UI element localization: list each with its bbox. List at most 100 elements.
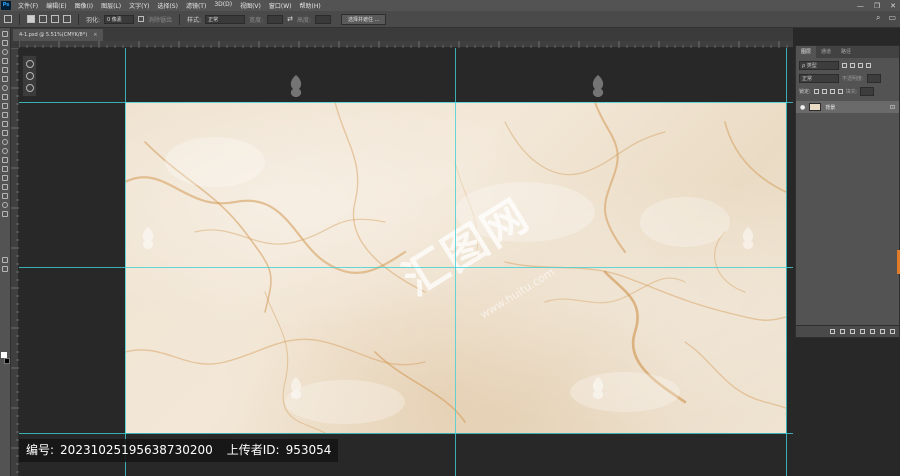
menu-item[interactable]: 图层(L) (97, 1, 125, 10)
antialias-checkbox[interactable] (138, 16, 145, 22)
link-layers-icon[interactable] (830, 329, 835, 334)
marquee-tool-icon[interactable] (2, 40, 8, 46)
shape-filter-icon[interactable] (866, 63, 871, 68)
guide-horizontal[interactable] (19, 433, 793, 434)
lasso-tool-icon[interactable] (2, 49, 8, 55)
add-mask-icon[interactable] (850, 329, 855, 334)
lock-position-icon[interactable] (821, 89, 827, 94)
adjust-filter-icon[interactable] (850, 63, 855, 68)
add-selection-icon[interactable] (39, 15, 47, 23)
document-tab[interactable]: 4-1.psd @ 5.51%(CMYK/8*) × (13, 29, 104, 41)
document-tab-bar: 4-1.psd @ 5.51%(CMYK/8*) × (11, 28, 793, 41)
layer-style-icon[interactable] (840, 329, 845, 334)
brush-settings-icon[interactable] (25, 72, 34, 80)
guide-vertical[interactable] (125, 48, 126, 476)
panel-tab[interactable]: 通道 (816, 46, 836, 58)
menu-item[interactable]: 帮助(H) (296, 1, 325, 10)
crop-tool-icon[interactable] (2, 67, 8, 73)
panel-tab[interactable]: 图层 (796, 46, 817, 58)
healing-brush-tool-icon[interactable] (2, 85, 8, 91)
menu-item[interactable]: 文件(F) (14, 1, 42, 10)
clone-stamp-tool-icon[interactable] (2, 103, 8, 109)
blur-tool-icon[interactable] (2, 139, 8, 145)
background-color-swatch[interactable] (4, 358, 10, 364)
style-select[interactable]: 正常 (205, 14, 246, 24)
shape-tool-icon[interactable] (2, 184, 8, 190)
layer-filter-select[interactable]: ρ 类型 (799, 61, 839, 70)
restore-icon[interactable]: ❐ (874, 2, 880, 10)
guide-vertical[interactable] (455, 48, 456, 476)
menu-item[interactable]: 图像(I) (71, 1, 97, 10)
feather-input[interactable]: 0 像素 (104, 14, 135, 24)
lock-artboard-icon[interactable] (829, 89, 835, 94)
edit-toolbar-icon[interactable] (2, 211, 8, 217)
watermark-logo-icon (592, 75, 604, 97)
select-and-mask-button[interactable]: 选择并遮住 ... (341, 13, 387, 25)
minimize-icon[interactable]: — (857, 2, 864, 10)
subtract-selection-icon[interactable] (51, 15, 59, 23)
height-input[interactable] (315, 14, 332, 24)
menu-item[interactable]: 视图(V) (236, 1, 265, 10)
type-tool-icon[interactable] (2, 166, 8, 172)
visibility-eye-icon[interactable]: ● (800, 104, 805, 111)
opacity-input[interactable] (866, 74, 881, 83)
guide-vertical[interactable] (786, 48, 787, 476)
layer-row-background[interactable]: ● 背景 ⊡ (796, 101, 899, 113)
dodge-tool-icon[interactable] (2, 148, 8, 154)
menu-item[interactable]: 编辑(E) (42, 1, 70, 10)
move-tool-icon[interactable] (2, 31, 8, 37)
adjustment-layer-icon[interactable] (860, 329, 865, 334)
eraser-tool-icon[interactable] (2, 121, 8, 127)
history-icon[interactable] (25, 60, 34, 68)
pixel-filter-icon[interactable] (842, 63, 847, 68)
quick-mask-icon[interactable] (2, 257, 8, 263)
lock-all-icon[interactable] (837, 89, 843, 94)
delete-layer-icon[interactable] (890, 329, 895, 334)
menu-item[interactable]: 窗口(W) (265, 1, 296, 10)
vertical-ruler[interactable] (11, 47, 19, 476)
workspace-icon[interactable]: ▭ (888, 13, 896, 23)
width-input[interactable] (267, 14, 284, 24)
menu-item[interactable]: 滤镜(T) (182, 1, 210, 10)
menu-item[interactable]: 文字(Y) (125, 1, 153, 10)
ruler-origin[interactable] (11, 41, 19, 48)
ruler-ticks (18, 41, 788, 48)
brush-tool-icon[interactable] (2, 94, 8, 100)
menu-item[interactable]: 选择(S) (153, 1, 182, 10)
guide-horizontal[interactable] (19, 102, 793, 103)
intersect-selection-icon[interactable] (63, 15, 71, 23)
lock-pixels-icon[interactable] (813, 89, 819, 94)
type-filter-icon[interactable] (858, 63, 863, 68)
swap-icon[interactable]: ⇄ (287, 15, 293, 23)
new-group-icon[interactable] (870, 329, 875, 334)
canvas-workspace[interactable]: 汇图网 www.huitu.com (19, 48, 793, 476)
close-tab-icon[interactable]: × (93, 32, 97, 38)
zoom-tool-icon[interactable] (2, 202, 8, 208)
fill-label: 填充: (845, 89, 858, 95)
info-icon[interactable] (25, 84, 34, 92)
menu-item[interactable]: 3D(D) (210, 1, 236, 10)
new-selection-icon[interactable] (27, 15, 35, 23)
hand-tool-icon[interactable] (2, 193, 8, 199)
watermark-logo-icon (290, 75, 302, 97)
document-tab-title: 4-1.psd @ 5.51%(CMYK/8*) (19, 32, 88, 38)
watermark-logo-icon (290, 377, 302, 399)
fill-input[interactable] (860, 87, 875, 96)
blend-mode-select[interactable]: 正常 (799, 74, 839, 83)
horizontal-ruler[interactable] (18, 41, 793, 48)
layer-filter-row: ρ 类型 (799, 60, 896, 71)
quick-select-tool-icon[interactable] (2, 58, 8, 64)
panel-tab[interactable]: 路径 (836, 46, 856, 58)
marquee-tool-icon[interactable] (4, 15, 12, 23)
new-layer-icon[interactable] (880, 329, 885, 334)
screen-mode-icon[interactable] (2, 266, 8, 272)
search-icon[interactable]: ⌕ (876, 13, 880, 23)
guide-horizontal[interactable] (19, 267, 793, 268)
pen-tool-icon[interactable] (2, 157, 8, 163)
history-brush-tool-icon[interactable] (2, 112, 8, 118)
close-icon[interactable]: ✕ (890, 2, 896, 10)
eyedropper-tool-icon[interactable] (2, 76, 8, 82)
path-select-tool-icon[interactable] (2, 175, 8, 181)
photoshop-logo-icon[interactable]: Ps (1, 1, 11, 10)
gradient-tool-icon[interactable] (2, 130, 8, 136)
